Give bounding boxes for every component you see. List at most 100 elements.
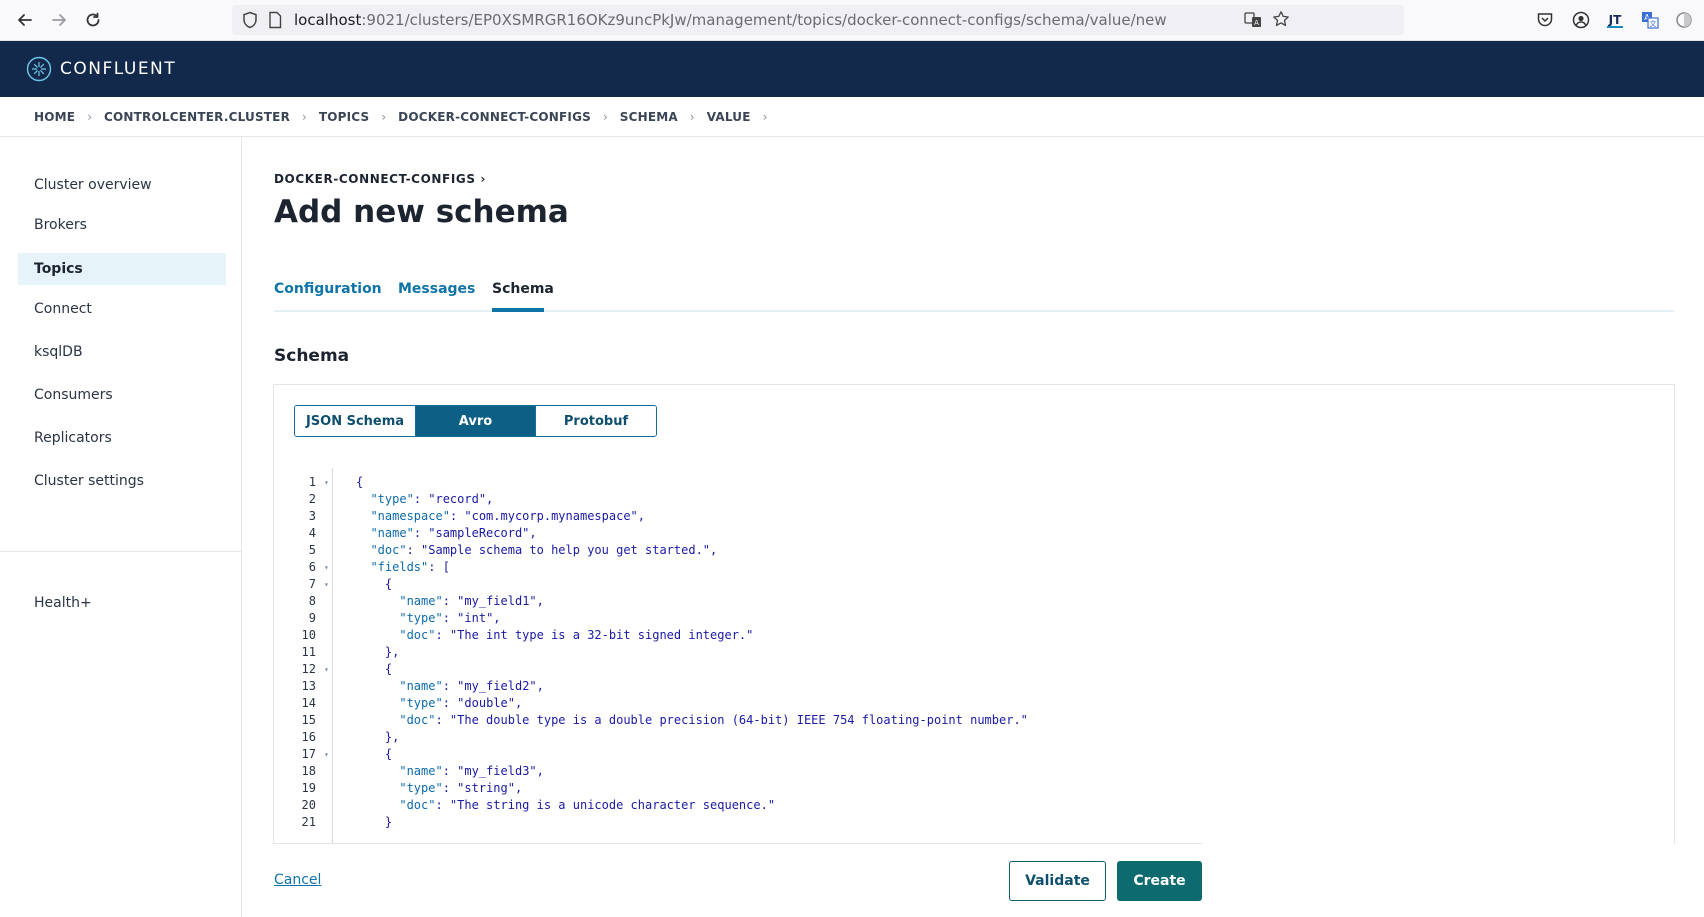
code-text: "name": "my_field1", xyxy=(399,594,544,608)
code-line: 15 "doc": "The double type is a double p… xyxy=(274,712,1202,729)
line-number: 9 xyxy=(308,611,316,625)
line-number: 11 xyxy=(301,645,316,659)
line-number: 4 xyxy=(308,526,316,540)
line-number: 6 xyxy=(308,560,316,574)
format-avro-button[interactable]: Avro xyxy=(416,406,536,436)
tab-messages[interactable]: Messages xyxy=(398,281,475,297)
svg-text:JT: JT xyxy=(1608,13,1622,27)
fold-arrow-icon[interactable]: ▾ xyxy=(324,474,329,491)
line-number: 10 xyxy=(301,628,316,642)
line-number: 14 xyxy=(301,696,316,710)
line-number: 15 xyxy=(301,713,316,727)
cancel-link[interactable]: Cancel xyxy=(274,872,321,888)
code-line: 2 "type": "record", xyxy=(274,491,1202,508)
line-number: 2 xyxy=(308,492,316,506)
code-text: "doc": "The string is a unicode characte… xyxy=(399,798,776,812)
line-number: 20 xyxy=(301,798,316,812)
code-text: "type": "record", xyxy=(370,492,494,506)
line-number: 13 xyxy=(301,679,316,693)
code-line: 21 } xyxy=(274,814,1202,831)
code-text: { xyxy=(356,475,364,489)
chevron-right-icon: › xyxy=(689,109,695,124)
tab-schema[interactable]: Schema xyxy=(492,281,554,297)
breadcrumb-topic[interactable]: DOCKER-CONNECT-CONFIGS xyxy=(398,110,591,124)
sidebar: Cluster overview Brokers Topics Connect … xyxy=(0,137,242,917)
sidebar-item-connect[interactable]: Connect xyxy=(18,293,226,325)
shield-icon[interactable] xyxy=(242,11,258,33)
code-line: 19 "type": "string", xyxy=(274,780,1202,797)
code-text: "namespace": "com.mycorp.mynamespace", xyxy=(370,509,646,523)
sidebar-item-topics[interactable]: Topics xyxy=(18,253,226,285)
code-text: "doc": "The double type is a double prec… xyxy=(399,713,1028,727)
breadcrumb-schema[interactable]: SCHEMA xyxy=(620,110,678,124)
code-line: 5 "doc": "Sample schema to help you get … xyxy=(274,542,1202,559)
account-icon[interactable] xyxy=(1571,10,1591,30)
fold-arrow-icon[interactable]: ▾ xyxy=(324,746,329,763)
breadcrumb-cluster[interactable]: CONTROLCENTER.CLUSTER xyxy=(104,110,290,124)
sidebar-item-replicators[interactable]: Replicators xyxy=(18,422,226,454)
code-line: 8 "name": "my_field1", xyxy=(274,593,1202,610)
page-title: Add new schema xyxy=(274,194,569,230)
sidebar-item-ksqldb[interactable]: ksqlDB xyxy=(18,336,226,368)
code-line: 9 "type": "int", xyxy=(274,610,1202,627)
code-text: }, xyxy=(356,645,400,659)
chevron-right-icon: › xyxy=(381,109,387,124)
section-title: Schema xyxy=(274,346,350,366)
code-line: 16 }, xyxy=(274,729,1202,746)
sidebar-item-cluster-overview[interactable]: Cluster overview xyxy=(18,169,226,201)
svg-text:A: A xyxy=(1254,19,1259,27)
page-icon xyxy=(268,11,282,33)
code-text: { xyxy=(356,577,393,591)
tab-configuration[interactable]: Configuration xyxy=(274,281,382,297)
confluent-logo[interactable]: CONFLUENT xyxy=(26,56,176,82)
translate-icon[interactable]: A xyxy=(1244,11,1262,33)
sidebar-item-brokers[interactable]: Brokers xyxy=(18,209,226,241)
translate-ext-icon[interactable]: A文 xyxy=(1640,10,1660,30)
code-line: 4 "name": "sampleRecord", xyxy=(274,525,1202,542)
sidebar-item-cluster-settings[interactable]: Cluster settings xyxy=(18,465,226,497)
create-button[interactable]: Create xyxy=(1117,861,1202,901)
fold-arrow-icon[interactable]: ▾ xyxy=(324,576,329,593)
breadcrumb-value[interactable]: VALUE xyxy=(707,110,751,124)
extension-icon[interactable]: JT xyxy=(1605,10,1625,30)
line-number: 12 xyxy=(301,662,316,676)
code-line: 12 ▾ { xyxy=(274,661,1202,678)
url-host: localhost xyxy=(294,11,362,29)
code-text: "type": "int", xyxy=(399,611,501,625)
code-text: "name": "sampleRecord", xyxy=(370,526,537,540)
code-text: "doc": "Sample schema to help you get st… xyxy=(370,543,718,557)
forward-arrow-icon[interactable] xyxy=(47,8,71,32)
code-text: "doc": "The int type is a 32-bit signed … xyxy=(399,628,754,642)
sidebar-item-health-plus[interactable]: Health+ xyxy=(18,587,226,619)
line-number: 3 xyxy=(308,509,316,523)
topic-name-link[interactable]: DOCKER-CONNECT-CONFIGS › xyxy=(274,172,486,186)
url-path: :9021/clusters/EP0XSMRGR16OKz9uncPkJw/ma… xyxy=(361,11,1167,29)
sidebar-item-consumers[interactable]: Consumers xyxy=(18,379,226,411)
code-text: { xyxy=(356,662,393,676)
code-line: 18 "name": "my_field3", xyxy=(274,763,1202,780)
code-text: { xyxy=(356,747,393,761)
line-number: 21 xyxy=(301,815,316,829)
star-icon[interactable] xyxy=(1272,10,1290,32)
breadcrumb-topics[interactable]: TOPICS xyxy=(319,110,370,124)
reload-icon[interactable] xyxy=(81,8,105,32)
code-text: }, xyxy=(356,730,400,744)
pocket-icon[interactable] xyxy=(1535,10,1555,30)
line-number: 19 xyxy=(301,781,316,795)
code-text: "type": "double", xyxy=(399,696,523,710)
back-arrow-icon[interactable] xyxy=(13,8,37,32)
fold-arrow-icon[interactable]: ▾ xyxy=(324,661,329,678)
address-bar[interactable]: localhost:9021/clusters/EP0XSMRGR16OKz9u… xyxy=(232,5,1404,35)
breadcrumb: HOME › CONTROLCENTER.CLUSTER › TOPICS › … xyxy=(0,97,1704,137)
breadcrumb-home[interactable]: HOME xyxy=(34,110,75,124)
validate-button[interactable]: Validate xyxy=(1009,861,1106,901)
schema-code-editor[interactable]: 1 ▾{2 "type": "record", 3 "namespace": "co… xyxy=(274,468,1202,844)
line-number: 1 xyxy=(308,475,316,489)
fold-arrow-icon[interactable]: ▾ xyxy=(324,559,329,576)
extension-puzzle-icon[interactable] xyxy=(1674,10,1694,30)
code-text: "name": "my_field2", xyxy=(399,679,544,693)
line-number: 18 xyxy=(301,764,316,778)
confluent-logo-icon xyxy=(26,56,52,82)
format-protobuf-button[interactable]: Protobuf xyxy=(536,406,656,436)
format-json-schema-button[interactable]: JSON Schema xyxy=(295,406,416,436)
